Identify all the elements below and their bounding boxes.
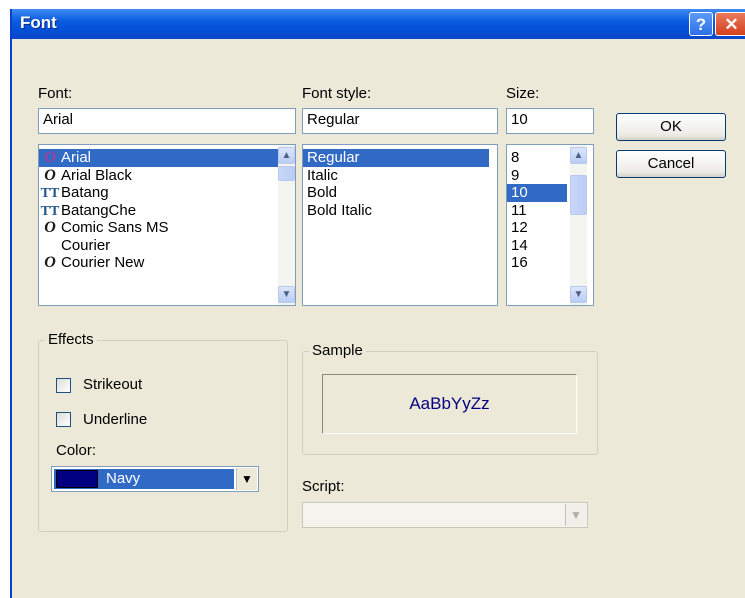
font-list-item-label: Courier [61,236,111,254]
font-style-item[interactable]: Regular [303,149,489,167]
font-list-item-label: Arial Black [61,166,132,184]
scroll-thumb[interactable] [570,175,587,215]
font-style-list[interactable]: Regular Italic Bold Bold Italic [302,144,498,306]
size-item[interactable]: 12 [507,219,575,237]
size-list-scrollbar[interactable]: ▲ ▼ [570,145,587,305]
size-item[interactable]: 10 [507,184,567,202]
help-icon: ? [695,15,707,34]
font-list-item-label: Comic Sans MS [61,219,169,236]
opentype-font-icon: O [44,149,56,166]
font-list-item-label: Batang [61,184,109,201]
chevron-down-icon[interactable]: ▼ [565,504,586,526]
opentype-font-icon: O [44,219,56,236]
font-style-label: Font style: [302,85,372,102]
color-swatch [56,470,98,488]
strikeout-checkbox[interactable] [56,378,71,393]
sample-text: AaBbYyZz [409,394,490,413]
font-list-item[interactable]: TT BatangChe [39,202,295,220]
close-icon: ✕ [724,15,739,34]
ok-button[interactable]: OK [616,113,726,141]
title-bar[interactable]: Font ? ✕ [12,9,745,39]
help-button[interactable]: ? [689,12,713,36]
font-list-item[interactable]: Courier [39,237,295,255]
color-select[interactable]: Navy ▼ [51,466,259,492]
truetype-font-icon: TT [40,203,60,219]
scroll-thumb[interactable] [278,166,295,181]
font-style-item[interactable]: Bold Italic [303,202,497,220]
size-item[interactable]: 16 [507,254,575,272]
font-list-item[interactable]: TT Batang [39,184,295,202]
size-list[interactable]: 8 9 10 11 12 14 16 ▲ ▼ [506,144,594,306]
font-list-item[interactable]: O Arial Black [39,167,295,185]
chevron-down-icon[interactable]: ▼ [236,468,257,490]
opentype-font-icon: O [44,254,56,271]
font-list-item-label: BatangChe [61,201,137,219]
font-list-item-label: Courier New [61,254,145,271]
size-item[interactable]: 8 [507,149,575,167]
font-name-input[interactable]: Arial [38,108,296,134]
effects-group: Effects [38,331,288,532]
size-item[interactable]: 14 [507,237,575,255]
size-label: Size: [506,85,540,102]
scroll-down-icon[interactable]: ▼ [278,286,295,303]
font-list-scrollbar[interactable]: ▲ ▼ [278,145,295,305]
scroll-up-icon[interactable]: ▲ [278,147,295,164]
script-select[interactable]: ▼ [302,502,588,528]
sample-preview: AaBbYyZz [322,374,577,434]
size-item[interactable]: 9 [507,167,575,185]
truetype-font-icon: TT [40,186,60,201]
font-style-item[interactable]: Italic [303,167,497,185]
script-label: Script: [302,478,345,495]
underline-checkbox[interactable] [56,412,71,427]
effects-label: Effects [45,331,97,348]
scroll-up-icon[interactable]: ▲ [570,147,587,164]
font-dialog: Font ? ✕ Font: Arial O Arial O Arial Black… [10,9,745,598]
strikeout-label: Strikeout [83,376,143,393]
font-list-item-label: Arial [61,149,92,166]
font-style-input[interactable]: Regular [302,108,498,134]
font-list-item[interactable]: O Courier New [39,254,295,272]
font-list[interactable]: O Arial O Arial Black TT Batang TT BatangChe… [38,144,296,306]
color-label: Color: [56,442,97,459]
underline-label: Underline [83,411,148,428]
font-list-item[interactable]: O Comic Sans MS [39,219,295,237]
cancel-button[interactable]: Cancel [616,150,726,178]
size-item[interactable]: 11 [507,202,575,220]
window-title: Font [20,13,57,32]
color-select-value: Navy [106,470,141,487]
scroll-down-icon[interactable]: ▼ [570,286,587,303]
close-button[interactable]: ✕ [715,12,745,36]
sample-label: Sample [309,342,366,359]
opentype-font-icon: O [44,166,56,184]
font-style-item[interactable]: Bold [303,184,497,202]
font-list-item[interactable]: O Arial [39,149,295,167]
font-label: Font: [38,85,73,102]
size-input[interactable]: 10 [506,108,594,134]
